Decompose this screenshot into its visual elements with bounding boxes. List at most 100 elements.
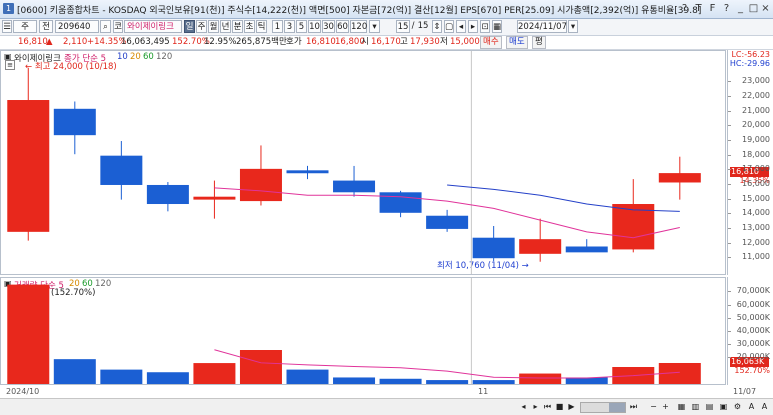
low-price: 15,000 — [450, 37, 480, 47]
price-tick — [728, 81, 731, 83]
stop-icon[interactable]: ■ — [554, 401, 565, 412]
price-tick-label: 17,000 — [742, 164, 770, 174]
x-label-mid: 11 — [478, 387, 489, 396]
count-spin-icon[interactable]: ⇕ — [432, 20, 442, 33]
sell-button[interactable]: 매도 — [506, 36, 528, 49]
date-input[interactable]: 2024/11/07 — [517, 20, 567, 33]
calendar-icon[interactable]: ▾ — [568, 20, 578, 33]
market-select[interactable]: 주 — [13, 20, 37, 33]
flat-button[interactable]: 평 — [532, 36, 546, 49]
config-icon[interactable]: ⚙ — [732, 401, 743, 412]
interval-3[interactable]: 3 — [284, 20, 295, 33]
volume-bar — [100, 369, 143, 384]
search-icon[interactable]: ⌕ — [100, 20, 111, 33]
arrow-left-icon[interactable]: ◂ — [456, 20, 466, 33]
candle-body — [7, 100, 50, 232]
candle-body — [379, 192, 422, 213]
mode-select[interactable]: 전 — [39, 20, 53, 33]
font-size-large-icon[interactable]: A — [759, 401, 770, 412]
candle-body — [146, 184, 189, 205]
buy-button[interactable]: 매수 — [480, 36, 502, 49]
price-axis: LC:-56.23 HC:-29.96 16,810 14.35% 23,000… — [727, 50, 773, 275]
help-icon[interactable]: ? — [678, 2, 691, 15]
code-input[interactable]: 209640 — [55, 20, 99, 33]
chart-print-icon[interactable]: ▤ — [704, 401, 715, 412]
close-button[interactable]: × — [759, 2, 772, 15]
interval-10[interactable]: 10 — [308, 20, 321, 33]
volume-chart-panel[interactable]: ▣ 거래량 단순 5 20 60 120 (152.70%) — [0, 277, 726, 385]
text-icon[interactable]: T — [692, 2, 705, 15]
chart-scrollbar[interactable]: ◂ ▸ ⏮ ■ ▶ ⏭ − + ▦ ▥ ▤ ▣ ⚙ A A — [0, 398, 773, 415]
x-label-start: 2024/10 — [6, 387, 40, 396]
interval-30[interactable]: 30 — [322, 20, 335, 33]
info-icon[interactable]: ? — [720, 2, 733, 15]
scroll-track[interactable] — [580, 402, 626, 413]
interval-5[interactable]: 5 — [296, 20, 307, 33]
candle-body — [239, 168, 282, 202]
settings-icon[interactable]: ▾ — [369, 20, 380, 33]
period-second[interactable]: 초 — [244, 20, 255, 33]
count-input[interactable]: 15 — [396, 20, 410, 33]
current-volume-pct-tag: 152.70% — [734, 365, 770, 375]
volume-bar — [333, 377, 376, 384]
low-label: 저 — [440, 37, 448, 47]
chart-tool-icon[interactable]: ▥ — [690, 401, 701, 412]
scroll-left-icon[interactable]: ◂ — [518, 401, 529, 412]
calendar-small-icon[interactable]: ▦ — [492, 20, 502, 33]
period-year[interactable]: 년 — [220, 20, 231, 33]
zoom-in-icon[interactable]: + — [660, 401, 671, 412]
volume-bar — [426, 380, 469, 384]
candle-body — [565, 246, 608, 253]
period-day[interactable]: 일 — [184, 20, 195, 33]
price-tick — [728, 198, 731, 200]
chart-grid-icon[interactable]: ▦ — [676, 401, 687, 412]
interval-120[interactable]: 120 — [350, 20, 367, 33]
price-chart-panel[interactable]: ▣ 와이제이링크 종가 단순 5 10 20 60 120 ≡ ← 최고 24,… — [0, 50, 726, 275]
volume-tick-label: 20,000K — [736, 351, 770, 361]
period-minute[interactable]: 분 — [232, 20, 243, 33]
candle-body — [53, 108, 96, 136]
price-tick-label: 19,000 — [742, 135, 770, 145]
quote-bar: 16,810 ▲ 2,110 +14.35% 16,063,495 152.70… — [0, 36, 773, 50]
arrow-right-icon[interactable]: ▸ — [468, 20, 478, 33]
zoom-out-icon[interactable]: − — [648, 401, 659, 412]
toolbar: ☰ 주 전 209640 ⌕ 코 와이제이링크 일 주 월 년 분 초 틱 1 … — [0, 19, 773, 36]
price-tick — [728, 242, 731, 244]
font-size-icon[interactable]: A — [746, 401, 757, 412]
title-bar: 1 [0600] 키움종합차트 - KOSDAQ 외국인보유[91(천)] 주식… — [0, 0, 773, 19]
page-forward-icon[interactable]: ⏭ — [628, 401, 639, 412]
price-tick-label: 21,000 — [742, 105, 770, 115]
page-back-icon[interactable]: ⏮ — [542, 401, 553, 412]
period-week[interactable]: 주 — [196, 20, 207, 33]
price-tick — [728, 213, 731, 215]
chart-options-icon[interactable]: ▣ — [718, 401, 729, 412]
minimize-button[interactable]: _ — [734, 2, 747, 15]
window-title: [0600] 키움종합차트 - KOSDAQ 외국인보유[91(천)] 주식수[… — [17, 6, 702, 16]
lc-label: LC:-56.23 — [731, 50, 770, 59]
price-plot — [7, 51, 701, 274]
price-tick-label: 12,000 — [742, 237, 770, 247]
scroll-right-icon[interactable]: ▸ — [530, 401, 541, 412]
period-tick[interactable]: 틱 — [256, 20, 267, 33]
interval-60[interactable]: 60 — [336, 20, 349, 33]
high-label: 고 — [400, 37, 408, 47]
interval-1[interactable]: 1 — [272, 20, 283, 33]
candle-body — [519, 239, 562, 254]
price-tick-label: 16,000 — [742, 178, 770, 188]
lock-icon[interactable]: ▢ — [444, 20, 454, 33]
font-icon[interactable]: F — [706, 2, 719, 15]
stock-type-icon: 코 — [113, 20, 123, 33]
play-icon[interactable]: ▶ — [566, 401, 577, 412]
scroll-thumb[interactable] — [609, 403, 625, 412]
volume-bar — [286, 369, 329, 384]
volume-tick — [728, 330, 731, 332]
volume-bar — [7, 284, 50, 384]
trade-amount: 265,875백만 — [236, 37, 287, 47]
fit-icon[interactable]: ⊡ — [480, 20, 490, 33]
period-month[interactable]: 월 — [208, 20, 219, 33]
price-tick — [728, 169, 731, 171]
volume-tick — [728, 356, 731, 358]
menu-icon[interactable]: ☰ — [2, 20, 12, 33]
price-tick — [728, 110, 731, 112]
volume-bar — [379, 378, 422, 384]
